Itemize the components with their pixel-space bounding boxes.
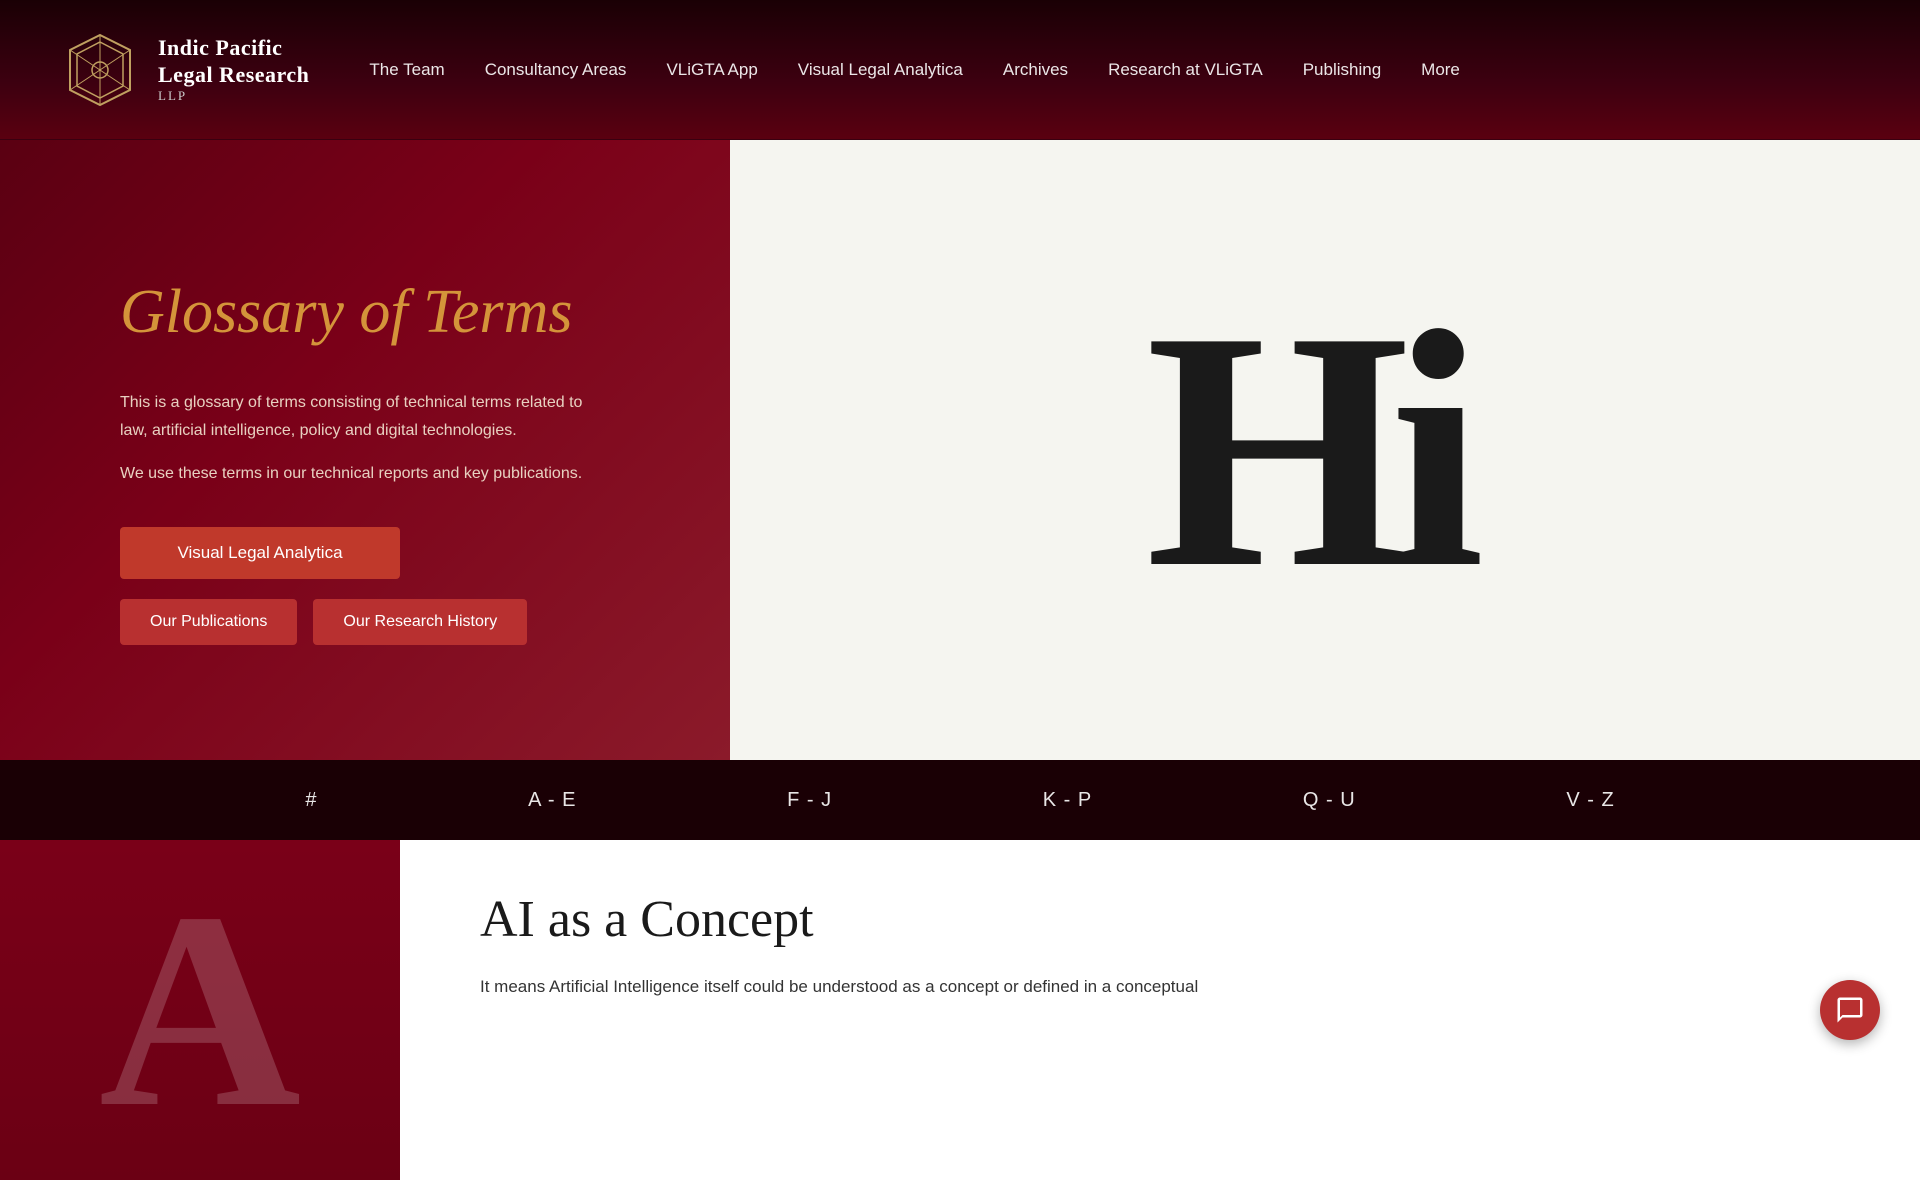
site-header: Indic PacificLegal Research LLP The Team… bbox=[0, 0, 1920, 140]
brand-llp: LLP bbox=[158, 88, 309, 104]
hero-title: Glossary of Terms bbox=[120, 275, 670, 349]
nav-item-more[interactable]: More bbox=[1421, 60, 1460, 80]
nav-item-consultancy-areas[interactable]: Consultancy Areas bbox=[485, 60, 627, 80]
our-publications-button[interactable]: Our Publications bbox=[120, 599, 297, 645]
glossary-nav-hash[interactable]: # bbox=[305, 789, 317, 812]
content-letter-area: A bbox=[0, 840, 400, 1180]
content-title: AI as a Concept bbox=[480, 890, 1840, 949]
secondary-buttons-row: Our Publications Our Research History bbox=[120, 599, 670, 645]
content-body: AI as a Concept It means Artificial Inte… bbox=[400, 840, 1920, 1180]
nav-item-visual-legal-analytica[interactable]: Visual Legal Analytica bbox=[798, 60, 963, 80]
brand-name: Indic PacificLegal Research bbox=[158, 35, 309, 88]
glossary-nav-kp[interactable]: K - P bbox=[1043, 789, 1092, 812]
hero-section: Glossary of Terms This is a glossary of … bbox=[0, 140, 1920, 760]
nav-item-vligta-app[interactable]: VLiGTA App bbox=[666, 60, 757, 80]
glossary-nav-ae[interactable]: A - E bbox=[528, 789, 576, 812]
glossary-nav-qu[interactable]: Q - U bbox=[1303, 789, 1356, 812]
hero-decorative-text: Hi bbox=[1106, 280, 1465, 620]
logo-text-block: Indic PacificLegal Research LLP bbox=[158, 35, 309, 103]
our-research-history-button[interactable]: Our Research History bbox=[313, 599, 527, 645]
visual-legal-analytica-button[interactable]: Visual Legal Analytica bbox=[120, 527, 400, 579]
hero-description-2: We use these terms in our technical repo… bbox=[120, 460, 600, 487]
nav-item-publishing[interactable]: Publishing bbox=[1303, 60, 1381, 80]
logo-icon bbox=[60, 30, 140, 110]
hero-description-1: This is a glossary of terms consisting o… bbox=[120, 389, 600, 443]
content-section: A AI as a Concept It means Artificial In… bbox=[0, 840, 1920, 1180]
nav-item-the-team[interactable]: The Team bbox=[369, 60, 444, 80]
glossary-nav-fj[interactable]: F - J bbox=[787, 789, 832, 812]
nav-item-archives[interactable]: Archives bbox=[1003, 60, 1068, 80]
hero-right-panel: Hi bbox=[730, 140, 1920, 760]
main-nav: The Team Consultancy Areas VLiGTA App Vi… bbox=[369, 60, 1459, 80]
section-letter: A bbox=[99, 870, 301, 1150]
glossary-nav-vz[interactable]: V - Z bbox=[1566, 789, 1614, 812]
chat-button[interactable] bbox=[1820, 980, 1880, 1040]
glossary-navigation: # A - E F - J K - P Q - U V - Z bbox=[0, 760, 1920, 840]
logo-area[interactable]: Indic PacificLegal Research LLP bbox=[60, 30, 309, 110]
nav-item-research-at-vligta[interactable]: Research at VLiGTA bbox=[1108, 60, 1263, 80]
hero-left-panel: Glossary of Terms This is a glossary of … bbox=[0, 140, 730, 760]
chat-icon bbox=[1835, 995, 1865, 1025]
content-text: It means Artificial Intelligence itself … bbox=[480, 973, 1840, 1002]
